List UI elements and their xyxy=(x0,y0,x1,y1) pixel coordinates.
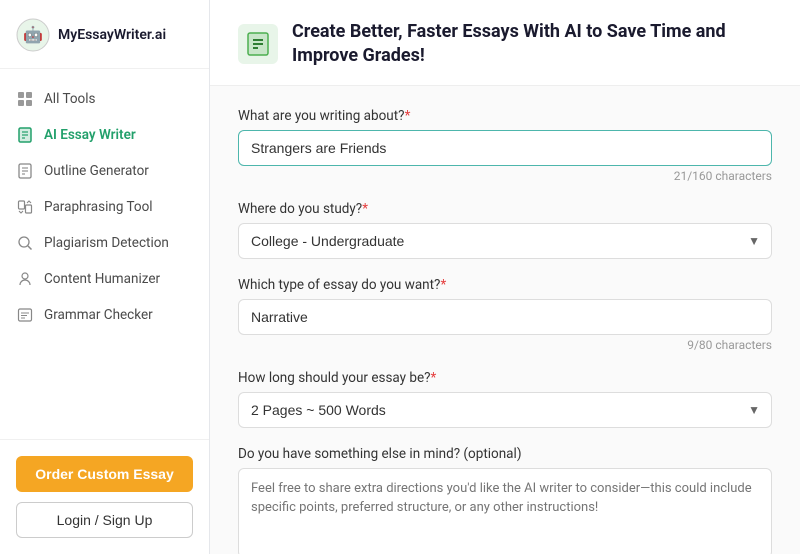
extra-label: Do you have something else in mind? (opt… xyxy=(238,446,772,462)
paraphrasing-tool-icon xyxy=(16,198,34,216)
sidebar-item-paraphrasing-tool[interactable]: Paraphrasing Tool xyxy=(0,189,209,225)
length-label: How long should your essay be?* xyxy=(238,370,772,386)
all-tools-icon xyxy=(16,90,34,108)
topic-char-count: 21/160 characters xyxy=(238,169,772,183)
topic-label: What are you writing about?* xyxy=(238,108,772,124)
sidebar-label-grammar-checker: Grammar Checker xyxy=(44,307,153,323)
sidebar-footer: Order Custom Essay Login / Sign Up xyxy=(0,439,209,554)
sidebar-label-ai-essay-writer: AI Essay Writer xyxy=(44,127,136,143)
study-level-group: Where do you study?* High School College… xyxy=(238,201,772,259)
sidebar-item-all-tools[interactable]: All Tools xyxy=(0,81,209,117)
sidebar-item-outline-generator[interactable]: Outline Generator xyxy=(0,153,209,189)
ai-essay-writer-icon xyxy=(16,126,34,144)
topic-input[interactable] xyxy=(238,130,772,166)
sidebar-label-paraphrasing-tool: Paraphrasing Tool xyxy=(44,199,153,215)
sidebar-item-grammar-checker[interactable]: Grammar Checker xyxy=(0,297,209,333)
page-title: Create Better, Faster Essays With AI to … xyxy=(292,20,772,69)
extra-textarea[interactable] xyxy=(238,468,772,554)
study-label: Where do you study?* xyxy=(238,201,772,217)
study-select-wrapper: High School College - Undergraduate Grad… xyxy=(238,223,772,259)
sidebar-item-content-humanizer[interactable]: Content Humanizer xyxy=(0,261,209,297)
length-select-wrapper: 1 Page ~ 250 Words 2 Pages ~ 500 Words 3… xyxy=(238,392,772,428)
svg-text:🤖: 🤖 xyxy=(23,25,43,44)
essay-length-group: How long should your essay be?* 1 Page ~… xyxy=(238,370,772,428)
main-content: Create Better, Faster Essays With AI to … xyxy=(210,0,800,554)
sidebar-label-outline-generator: Outline Generator xyxy=(44,163,149,179)
main-header-icon xyxy=(238,24,278,64)
logo: 🤖 MyEssayWriter.ai xyxy=(0,0,209,69)
study-required: * xyxy=(362,201,368,217)
sidebar-item-plagiarism-detection[interactable]: Plagiarism Detection xyxy=(0,225,209,261)
plagiarism-detection-icon xyxy=(16,234,34,252)
logo-icon: 🤖 xyxy=(16,18,50,52)
outline-generator-icon xyxy=(16,162,34,180)
study-select[interactable]: High School College - Undergraduate Grad… xyxy=(238,223,772,259)
extra-group: Do you have something else in mind? (opt… xyxy=(238,446,772,554)
content-humanizer-icon xyxy=(16,270,34,288)
sidebar-label-plagiarism-detection: Plagiarism Detection xyxy=(44,235,169,251)
essay-type-char-count: 9/80 characters xyxy=(238,338,772,352)
sidebar-item-ai-essay-writer[interactable]: AI Essay Writer xyxy=(0,117,209,153)
sidebar-label-content-humanizer: Content Humanizer xyxy=(44,271,160,287)
essay-type-input[interactable] xyxy=(238,299,772,335)
essay-type-required: * xyxy=(440,277,446,293)
login-signup-button[interactable]: Login / Sign Up xyxy=(16,502,193,538)
length-select[interactable]: 1 Page ~ 250 Words 2 Pages ~ 500 Words 3… xyxy=(238,392,772,428)
sidebar-nav: All Tools AI Essay Writer Outline Genera… xyxy=(0,69,209,439)
essay-type-group: Which type of essay do you want?* 9/80 c… xyxy=(238,277,772,352)
main-header: Create Better, Faster Essays With AI to … xyxy=(210,0,800,86)
sidebar: 🤖 MyEssayWriter.ai All Tools AI Essay Wr… xyxy=(0,0,210,554)
logo-text: MyEssayWriter.ai xyxy=(58,27,166,43)
topic-required: * xyxy=(405,108,411,124)
order-custom-essay-button[interactable]: Order Custom Essay xyxy=(16,456,193,492)
topic-group: What are you writing about?* 21/160 char… xyxy=(238,108,772,183)
grammar-checker-icon xyxy=(16,306,34,324)
length-required: * xyxy=(431,370,437,386)
essay-type-label: Which type of essay do you want?* xyxy=(238,277,772,293)
sidebar-label-all-tools: All Tools xyxy=(44,91,96,107)
form-area: What are you writing about?* 21/160 char… xyxy=(210,86,800,554)
